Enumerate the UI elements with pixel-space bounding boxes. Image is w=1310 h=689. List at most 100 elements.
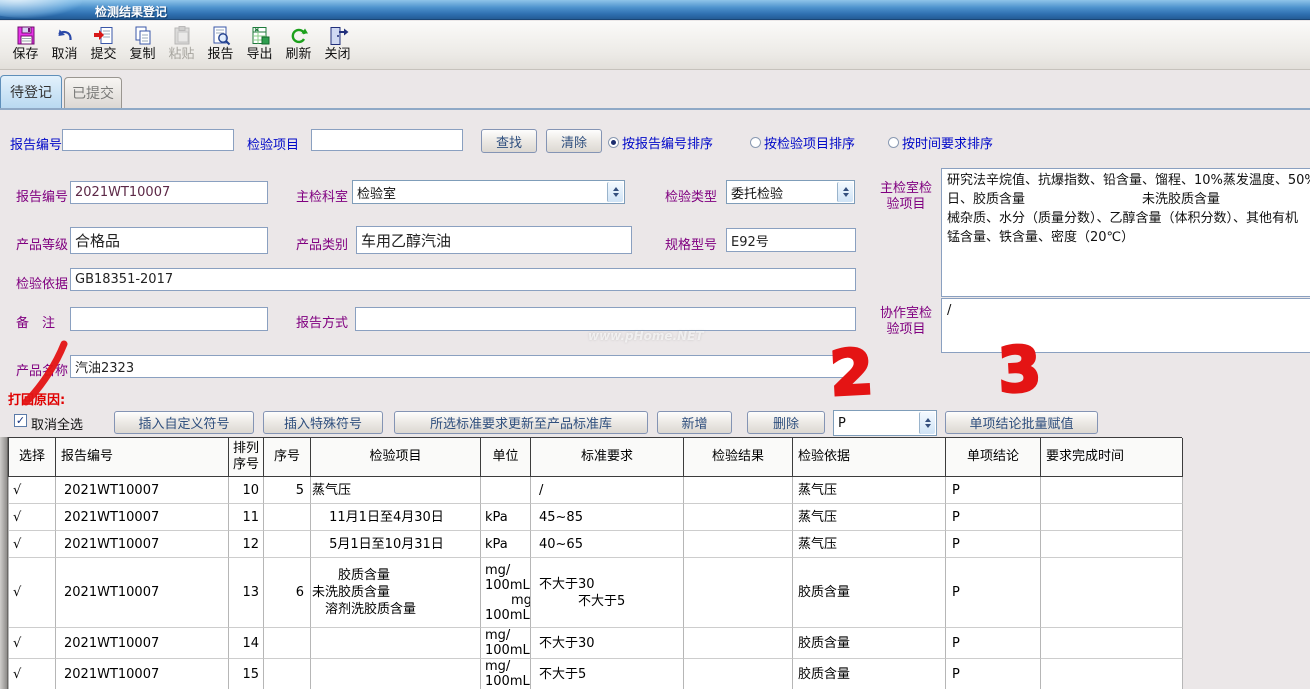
main-items-textarea[interactable]: 研究法辛烷值、抗爆指数、铅含量、馏程、10%蒸发温度、50%蒸 日、胶质含量 未…	[941, 168, 1310, 297]
col-header-basis[interactable]: 检验依据	[793, 438, 946, 477]
cell-seq[interactable]: 5	[264, 477, 311, 504]
cell-due[interactable]	[1041, 558, 1183, 628]
cell-seq[interactable]: 6	[264, 558, 311, 628]
report-no-input[interactable]: 2021WT10007	[70, 181, 268, 204]
cell-report-no[interactable]: 2021WT10007	[56, 504, 229, 531]
cell-select-check[interactable]: √	[9, 659, 56, 689]
cell-result[interactable]	[684, 531, 793, 558]
col-header-due[interactable]: 要求完成时间	[1041, 438, 1183, 477]
cell-select-check[interactable]: √	[9, 477, 56, 504]
table-row[interactable]: √ 2021WT10007 13 6 胶质含量 未洗胶质含量 溶剂洗胶质含量 m…	[8, 558, 1182, 628]
cell-standard[interactable]: 不大于30 不大于5	[531, 558, 684, 628]
cell-conclusion[interactable]: P	[946, 628, 1041, 659]
col-header-result[interactable]: 检验结果	[684, 438, 793, 477]
spinner-icon[interactable]	[607, 182, 623, 202]
cell-unit[interactable]: mg/ 100mL mg/ 100mL	[481, 558, 531, 628]
cell-order-no[interactable]: 13	[229, 558, 264, 628]
cell-seq[interactable]	[264, 531, 311, 558]
col-header-item[interactable]: 检验项目	[311, 438, 481, 477]
cell-standard[interactable]: 不大于30	[531, 628, 684, 659]
cell-unit[interactable]	[481, 477, 531, 504]
cell-conclusion[interactable]: P	[946, 477, 1041, 504]
cell-due[interactable]	[1041, 504, 1183, 531]
cell-basis[interactable]: 胶质含量	[793, 628, 946, 659]
cell-conclusion[interactable]: P	[946, 659, 1041, 689]
col-header-unit[interactable]: 单位	[481, 438, 531, 477]
cell-basis[interactable]: 蒸气压	[793, 477, 946, 504]
category-input[interactable]: 车用乙醇汽油	[356, 226, 632, 254]
product-name-input[interactable]: 汽油2323	[70, 355, 856, 378]
cell-basis[interactable]: 蒸气压	[793, 531, 946, 558]
col-header-select[interactable]: 选择	[9, 438, 56, 477]
submit-button[interactable]: 提交	[84, 24, 123, 68]
cell-basis[interactable]: 胶质含量	[793, 558, 946, 628]
search-item-input[interactable]	[311, 129, 463, 151]
table-row[interactable]: √ 2021WT10007 14 mg/ 100mL 不大于30 胶质含量 P	[8, 628, 1182, 659]
basis-input[interactable]: GB18351-2017	[70, 268, 856, 291]
grade-input[interactable]: 合格品	[70, 227, 268, 254]
sort-by-report-no-radio[interactable]: 按报告编号排序	[608, 133, 713, 152]
cell-item[interactable]	[311, 628, 481, 659]
table-row[interactable]: √ 2021WT10007 15 mg/ 100mL 不大于5 胶质含量 P	[8, 659, 1182, 689]
cell-item[interactable]: 胶质含量 未洗胶质含量 溶剂洗胶质含量	[311, 558, 481, 628]
cell-order-no[interactable]: 15	[229, 659, 264, 689]
cell-order-no[interactable]: 10	[229, 477, 264, 504]
table-row[interactable]: √ 2021WT10007 10 5 蒸气压 / 蒸气压 P	[8, 477, 1182, 504]
tab-submitted[interactable]: 已提交	[64, 77, 122, 108]
remark-input[interactable]	[70, 307, 268, 331]
cell-result[interactable]	[684, 477, 793, 504]
cell-standard[interactable]: /	[531, 477, 684, 504]
cell-due[interactable]	[1041, 477, 1183, 504]
cell-order-no[interactable]: 12	[229, 531, 264, 558]
refresh-button[interactable]: 刷新	[279, 24, 318, 68]
report-button[interactable]: 报告	[201, 24, 240, 68]
tab-pending[interactable]: 待登记	[0, 75, 62, 108]
col-header-order-no[interactable]: 排列序号	[229, 438, 264, 477]
cell-order-no[interactable]: 14	[229, 628, 264, 659]
cell-due[interactable]	[1041, 659, 1183, 689]
save-button[interactable]: 保存	[6, 24, 45, 68]
batch-assign-button[interactable]: 单项结论批量赋值	[945, 411, 1098, 434]
cell-result[interactable]	[684, 628, 793, 659]
cell-order-no[interactable]: 11	[229, 504, 264, 531]
report-mode-input[interactable]	[355, 307, 856, 331]
update-standard-button[interactable]: 所选标准要求更新至产品标准库	[394, 411, 648, 434]
cell-unit[interactable]: mg/ 100mL	[481, 659, 531, 689]
sort-by-time-radio[interactable]: 按时间要求排序	[888, 133, 993, 152]
cell-report-no[interactable]: 2021WT10007	[56, 531, 229, 558]
undo-button[interactable]: 取消	[45, 24, 84, 68]
spinner-icon[interactable]	[919, 412, 935, 434]
cell-item[interactable]	[311, 659, 481, 689]
cell-seq[interactable]	[264, 628, 311, 659]
cell-basis[interactable]: 胶质含量	[793, 659, 946, 689]
cell-item[interactable]: 5月1日至10月31日	[311, 531, 481, 558]
col-header-conclusion[interactable]: 单项结论	[946, 438, 1041, 477]
add-button[interactable]: 新增	[657, 411, 732, 434]
col-header-standard[interactable]: 标准要求	[531, 438, 684, 477]
cell-due[interactable]	[1041, 531, 1183, 558]
close-button[interactable]: 关闭	[318, 24, 357, 68]
cell-item[interactable]: 蒸气压	[311, 477, 481, 504]
cell-report-no[interactable]: 2021WT10007	[56, 558, 229, 628]
search-report-no-input[interactable]	[62, 129, 234, 151]
cell-result[interactable]	[684, 558, 793, 628]
cell-select-check[interactable]: √	[9, 531, 56, 558]
cell-result[interactable]	[684, 504, 793, 531]
cell-basis[interactable]: 蒸气压	[793, 504, 946, 531]
find-button[interactable]: 查找	[481, 129, 537, 153]
cell-report-no[interactable]: 2021WT10007	[56, 477, 229, 504]
copy-button[interactable]: 复制	[123, 24, 162, 68]
cell-report-no[interactable]: 2021WT10007	[56, 628, 229, 659]
cell-seq[interactable]	[264, 659, 311, 689]
spinner-icon[interactable]	[837, 182, 853, 202]
test-type-select[interactable]: 委托检验	[726, 180, 855, 204]
dept-select[interactable]: 检验室	[352, 180, 625, 204]
cell-seq[interactable]	[264, 504, 311, 531]
cell-select-check[interactable]: √	[9, 558, 56, 628]
export-button[interactable]: 导出	[240, 24, 279, 68]
spec-input[interactable]: E92号	[726, 228, 856, 252]
cell-result[interactable]	[684, 659, 793, 689]
clear-button[interactable]: 清除	[546, 129, 602, 153]
cell-select-check[interactable]: √	[9, 628, 56, 659]
cell-standard[interactable]: 40~65	[531, 531, 684, 558]
